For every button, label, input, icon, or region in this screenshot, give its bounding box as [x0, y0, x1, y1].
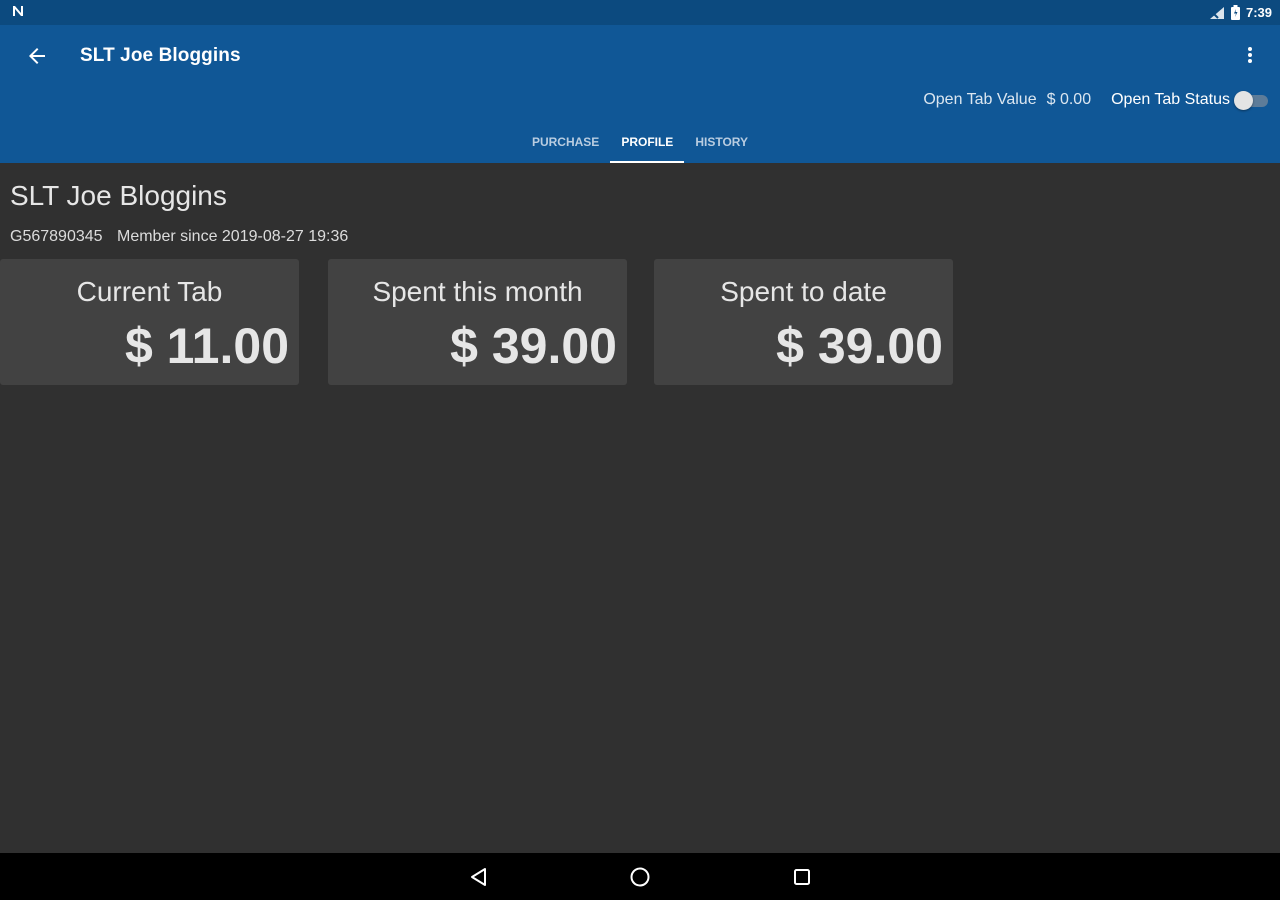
open-tab-value-label: Open Tab Value [923, 91, 1037, 108]
notification-n-icon [12, 5, 24, 20]
card-label: Spent this month [372, 276, 583, 307]
card-value: $ 39.00 [776, 318, 943, 374]
toggle-thumb [1234, 91, 1253, 110]
arrow-left-icon [28, 47, 46, 70]
card-spent-to-date: Spent to date $ 39.00 [654, 259, 953, 385]
home-circle-icon [628, 867, 652, 893]
app-bar: SLT Joe Bloggins Open Tab Value $ 0.00 O… [0, 25, 1280, 163]
card-value: $ 11.00 [124, 318, 289, 374]
card-current-tab: Current Tab $ 11.00 [0, 259, 299, 385]
profile-name: SLT Joe Bloggins [10, 180, 227, 211]
card-spent-this-month: Spent this month $ 39.00 [328, 259, 627, 385]
more-vert-icon [1247, 46, 1253, 69]
nav-recents-button[interactable] [790, 865, 814, 889]
card-label: Current Tab [76, 276, 223, 307]
open-tab-info: Open Tab Value $ 0.00 Open Tab Status [923, 91, 1268, 110]
open-tab-status-toggle[interactable] [1234, 91, 1268, 110]
status-bar: 7:39 [0, 0, 1280, 25]
tab-profile[interactable]: PROFILE [610, 121, 685, 163]
app-title: SLT Joe Bloggins [80, 45, 241, 66]
status-right: 7:39 [1209, 5, 1272, 20]
battery-icon [1230, 5, 1240, 20]
open-tab-value-amount: $ 0.00 [1046, 91, 1092, 108]
system-nav-bar [0, 853, 1280, 900]
open-tab-status-label: Open Tab Status [1111, 91, 1230, 108]
card-label: Spent to date [720, 276, 887, 307]
tab-history[interactable]: HISTORY [684, 121, 759, 163]
card-value: $ 39.00 [450, 318, 617, 374]
member-id: G567890345 [10, 228, 103, 245]
back-triangle-icon [467, 868, 491, 893]
tab-purchase[interactable]: PURCHASE [521, 121, 610, 163]
nav-home-button[interactable] [628, 865, 652, 889]
nav-back-button[interactable] [467, 865, 491, 889]
recents-square-icon [790, 869, 814, 893]
tab-bar: PURCHASE PROFILE HISTORY [0, 121, 1280, 163]
back-button[interactable] [20, 41, 54, 75]
status-left [12, 5, 24, 20]
overflow-menu-button[interactable] [1238, 43, 1262, 71]
member-since: Member since 2019-08-27 19:36 [116, 228, 349, 245]
profile-meta: G567890345 Member since 2019-08-27 19:36 [10, 228, 348, 246]
signal-icon [1209, 6, 1225, 20]
status-time: 7:39 [1245, 5, 1272, 20]
